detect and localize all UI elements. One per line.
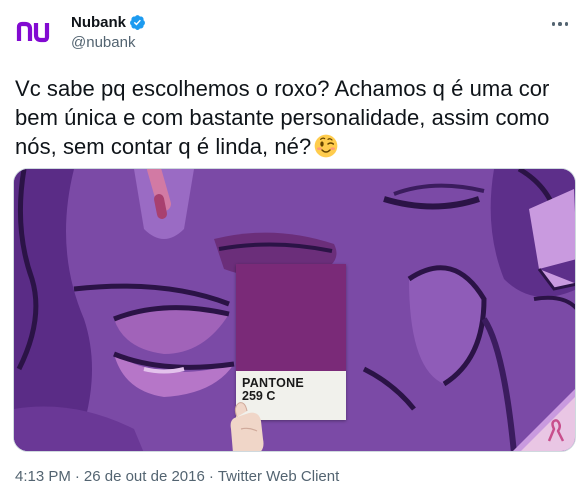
avatar[interactable] [15, 12, 55, 52]
tweet-meta: 4:13 PM · 26 de out de 2016 · Twitter We… [15, 468, 339, 485]
display-name[interactable]: Nubank [71, 14, 126, 31]
tweet: Nubank @nubank Vc sabe pq escolhemos o r… [0, 0, 587, 496]
tweet-text: Vc sabe pq escolhemos o roxo? Achamos q … [15, 74, 575, 161]
meta-separator: · [74, 468, 80, 485]
tweet-date[interactable]: 26 de out de 2016 [84, 468, 205, 485]
dot [564, 22, 569, 26]
pantone-color-block [236, 264, 346, 371]
tweet-text-body: Vc sabe pq escolhemos o roxo? Achamos q … [15, 76, 550, 159]
meta-separator: · [208, 468, 214, 485]
author-handle[interactable]: @nubank [71, 34, 146, 51]
tweet-time[interactable]: 4:13 PM [15, 468, 71, 485]
tweet-media-image[interactable]: PANTONE 259 C [13, 168, 576, 452]
nubank-logo-icon [16, 21, 50, 43]
dot [558, 22, 562, 26]
display-name-row: Nubank [71, 13, 146, 32]
more-options-icon[interactable] [545, 12, 575, 36]
hand-holding-card [230, 402, 264, 451]
pantone-swatch-card: PANTONE 259 C [236, 264, 346, 420]
tweet-source[interactable]: Twitter Web Client [218, 468, 339, 485]
author-names: Nubank @nubank [71, 13, 146, 51]
awareness-ribbon-icon [513, 389, 575, 451]
winking-face-icon [314, 134, 338, 158]
tweet-header: Nubank @nubank [15, 12, 575, 52]
dot [551, 22, 556, 26]
verified-badge-icon [130, 15, 145, 30]
